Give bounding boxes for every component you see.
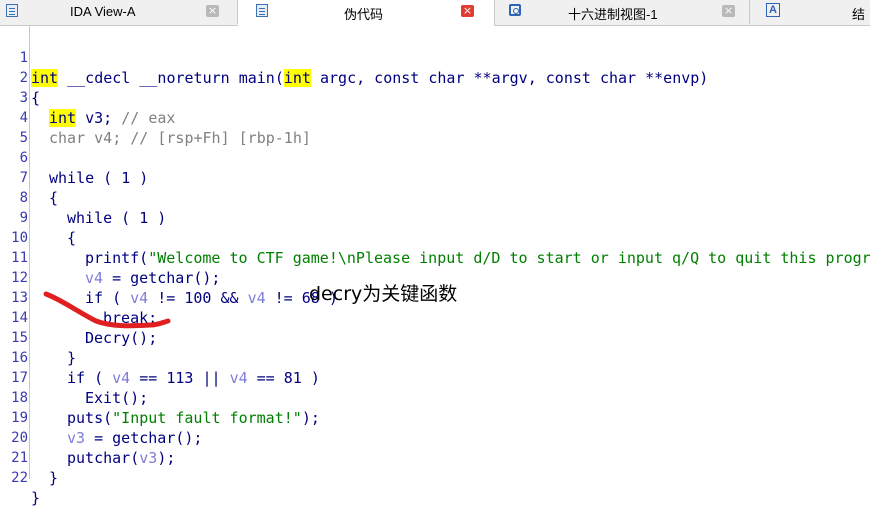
code-text: while ( 1 ) [49,169,149,187]
hex-view-icon [509,4,521,16]
code-line[interactable]: 11 v4 = getchar(); [0,228,220,287]
keyword-int: int [49,109,77,127]
code-line[interactable]: 10 printf("Welcome to CTF game!\nPlease … [0,208,870,267]
code-text: == 113 || [130,369,230,387]
code-line[interactable]: 13 break; [0,268,157,327]
tab-ida-view-a[interactable]: IDA View-A × [0,0,238,24]
code-text: Exit(); [85,389,149,407]
code-text: break; [103,309,158,327]
code-line[interactable]: 15 } [0,308,76,367]
code-line[interactable]: 3 int v3; // eax [0,68,175,127]
code-line[interactable]: 14 Decry(); [0,288,157,347]
variable: v3 [67,429,86,447]
variable: v3 [139,449,158,467]
close-icon[interactable]: × [206,5,219,17]
tab-label: 伪代码 [344,7,384,22]
code-text: != 100 && [148,289,248,307]
code-line[interactable]: 22 } [0,448,40,507]
code-line[interactable]: 17 Exit(); [0,348,148,407]
code-line[interactable]: 19 v3 = getchar(); [0,388,202,447]
code-text: while ( 1 ) [67,209,167,227]
code-text: } [31,489,41,507]
code-line[interactable]: 20 putchar(v3); [0,408,175,467]
tab-label: 结 [852,7,866,22]
code-line[interactable]: 4 char v4; // [rsp+Fh] [rbp-1h] [0,88,311,147]
function-call-decry[interactable]: Decry(); [85,328,157,348]
code-text: puts( [67,409,113,427]
code-text: ); [157,449,176,467]
tab-pseudocode[interactable]: 伪代码 × [238,0,495,26]
string-literal: "Welcome to CTF game!\nPlease input d/D … [148,249,870,267]
string-literal: "Input fault format!" [112,409,302,427]
code-text: = getchar(); [103,269,221,287]
code-text: } [67,349,77,367]
tab-label: IDA View-A [70,4,136,19]
code-line[interactable]: 12 if ( v4 != 100 && v4 != 68 ) [0,248,338,307]
code-line[interactable]: 21 } [0,428,58,487]
close-icon[interactable]: × [461,5,474,17]
code-text: putchar( [67,449,140,467]
code-line[interactable]: 8 while ( 1 ) [0,168,167,227]
code-line[interactable]: 1 int __cdecl __noreturn main(int argc, … [0,28,708,87]
code-text: == 81 ) [247,369,320,387]
code-line[interactable]: 2 { [0,48,40,107]
code-line[interactable]: 9 { [0,188,76,247]
code-text: { [49,189,59,207]
line-number: 22 [11,470,28,486]
code-line[interactable]: 6 while ( 1 ) [0,128,149,187]
code-line[interactable]: 16 if ( v4 == 113 || v4 == 81 ) [0,328,320,387]
variable: v4 [130,289,149,307]
close-icon[interactable]: × [722,5,735,17]
variable: v4 [85,269,104,287]
code-comment: // eax [121,109,176,127]
code-line[interactable]: 5 [0,108,36,146]
tab-label: 十六进制视图-1 [568,7,658,22]
ida-view-icon [6,4,18,17]
code-line[interactable]: 7 { [0,148,58,207]
tab-structures[interactable]: A 结 [750,0,870,24]
code-text: __cdecl __noreturn main( [58,69,284,87]
code-text: = getchar(); [85,429,203,447]
code-text: { [67,229,77,247]
annotation-text: decry为关键函数 [309,283,458,305]
code-text: v3; [76,109,122,127]
variable: v4 [247,289,266,307]
code-text: ); [301,409,320,427]
code-comment: char v4; // [rsp+Fh] [rbp-1h] [49,129,311,147]
variable: v4 [229,369,248,387]
tab-hex-view[interactable]: 十六进制视图-1 × [495,0,750,24]
tab-bar: IDA View-A × 伪代码 × 十六进制视图-1 × A 结 [0,0,870,26]
code-text: argc, const char **argv, const char **en… [310,69,709,87]
code-text: } [49,469,59,487]
keyword-int: int [283,69,311,87]
code-text: if ( [85,289,131,307]
structures-icon: A [766,3,780,17]
code-text: printf( [85,249,149,267]
variable: v4 [112,369,131,387]
pseudocode-icon [256,4,268,17]
code-text: if ( [67,369,113,387]
code-line[interactable]: 18 puts("Input fault format!"); [0,368,320,427]
